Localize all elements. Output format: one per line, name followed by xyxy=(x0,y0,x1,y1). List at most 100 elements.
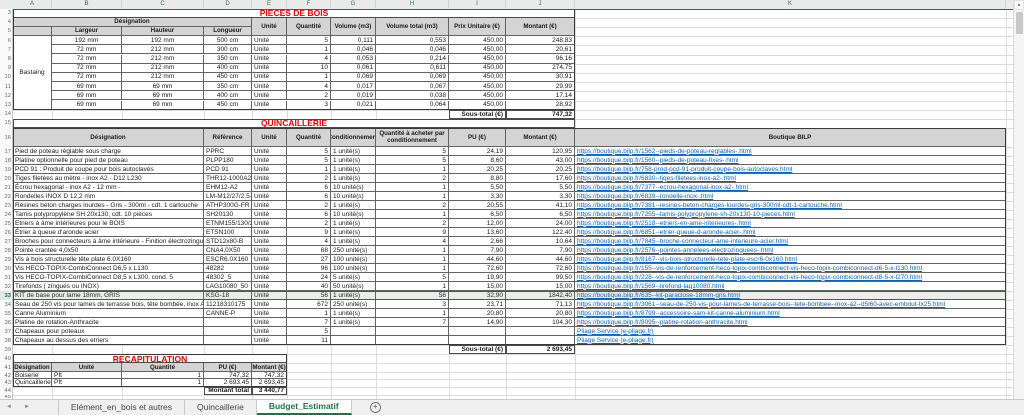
row-header-4[interactable]: 4 xyxy=(0,18,11,27)
row-header-20[interactable]: 20 xyxy=(0,174,11,183)
quincaillerie-cell-r21[interactable]: Unité xyxy=(252,183,287,192)
row-header-18[interactable]: 18 xyxy=(0,156,11,165)
quincaillerie-cell-r26[interactable]: Unité xyxy=(252,228,287,237)
bois-cell-r11[interactable]: 4 xyxy=(287,82,331,91)
quincaillerie-cell-r17[interactable]: Unité xyxy=(252,147,287,156)
quincaillerie-cell-r23[interactable]: 2 xyxy=(376,201,449,210)
row-header-9[interactable]: 9 xyxy=(0,64,11,73)
quincaillerie-cell-r33[interactable]: 1 unité(s) xyxy=(331,291,376,300)
quincaillerie-cell-r27[interactable]: 2,66 xyxy=(449,237,506,246)
row-header-24[interactable]: 24 xyxy=(0,210,11,219)
quincaillerie-cell-r38[interactable] xyxy=(204,336,252,345)
quincaillerie-header-6[interactable]: PU (€) xyxy=(449,128,506,147)
recap-header-2[interactable]: Quantité xyxy=(122,363,204,372)
row-header-35[interactable]: 35 xyxy=(0,309,11,318)
quincaillerie-cell-r31[interactable]: 99,50 xyxy=(506,273,575,282)
tab-element-en-bois[interactable]: Elément_en_bois et autres xyxy=(58,400,185,415)
bois-cell-r13[interactable]: 3 xyxy=(287,101,331,110)
bois-cell-r11[interactable]: 350 cm xyxy=(204,82,252,91)
bois-cell-r9[interactable]: 450,00 xyxy=(449,64,506,73)
bois-cell-r12[interactable]: 17,14 xyxy=(506,91,575,100)
quincaillerie-cell-r32[interactable]: 15,00 xyxy=(449,282,506,291)
quincaillerie-cell-r22[interactable]: 10 unité(s) xyxy=(331,192,376,201)
quincaillerie-cell-r37[interactable] xyxy=(449,327,506,336)
quincaillerie-cell-r36[interactable] xyxy=(204,318,252,327)
quincaillerie-cell-r31[interactable]: 5 unité(s) xyxy=(331,273,376,282)
row-header-31[interactable]: 31 xyxy=(0,273,11,282)
row-header-43[interactable]: 43 xyxy=(0,379,11,386)
bois-cell-r9[interactable]: 212 mm xyxy=(122,64,204,73)
quincaillerie-cell-r28[interactable]: 7,90 xyxy=(449,246,506,255)
quincaillerie-cell-r31[interactable]: Unité xyxy=(252,273,287,282)
quincaillerie-cell-r30[interactable]: 100 unité(s) xyxy=(331,264,376,273)
bois-cell-r10[interactable]: 450,00 xyxy=(449,73,506,82)
quincaillerie-cell-r35[interactable]: 20,80 xyxy=(506,309,575,318)
bois-cell-r13[interactable]: Unité xyxy=(252,101,287,110)
quincaillerie-cell-r20[interactable]: THR12-1000A2 xyxy=(204,174,252,183)
quincaillerie-header-0[interactable]: Désignation xyxy=(13,128,204,147)
row-header-15[interactable]: 15 xyxy=(0,119,11,128)
column-header-I[interactable]: I xyxy=(449,0,506,8)
quincaillerie-cell-r28[interactable]: Unité xyxy=(252,246,287,255)
quincaillerie-cell-r18[interactable]: PLPP180 xyxy=(204,156,252,165)
boutique-link-r28[interactable]: https://boutique.bilp.fr/2576--pointes-a… xyxy=(575,246,1006,255)
quincaillerie-header-3[interactable]: Quantité xyxy=(287,128,331,147)
quincaillerie-cell-r32[interactable]: 1 xyxy=(376,282,449,291)
bois-cell-r9[interactable]: 72 mm xyxy=(52,64,122,73)
bois-header-prix-unitaire[interactable]: Prix Unitaire (€) xyxy=(449,18,506,36)
quincaillerie-cell-r37[interactable]: 5 xyxy=(287,327,331,336)
bois-cell-r9[interactable]: 10 xyxy=(287,64,331,73)
quincaillerie-cell-r31[interactable]: 5 xyxy=(376,273,449,282)
column-header-K[interactable]: K xyxy=(575,0,1006,8)
quincaillerie-cell-r30[interactable]: 1 xyxy=(376,264,449,273)
bois-cell-r6[interactable]: 192 mm xyxy=(52,36,122,45)
recap-cell-r42[interactable]: Pft xyxy=(52,372,122,379)
column-header-E[interactable]: E xyxy=(252,0,287,8)
bois-cell-r6[interactable]: 0,553 xyxy=(376,36,449,45)
quincaillerie-cell-r18[interactable]: 8,60 xyxy=(449,156,506,165)
bois-header-longueur[interactable]: Longueur xyxy=(204,27,252,36)
bois-cell-r11[interactable]: 69 mm xyxy=(122,82,204,91)
quincaillerie-cell-r25[interactable]: 2 xyxy=(376,219,449,228)
quincaillerie-cell-r34[interactable]: Seau de 250 vis pour lames de terrasse b… xyxy=(13,300,204,309)
column-header-D[interactable]: D xyxy=(204,0,252,8)
quincaillerie-cell-r22[interactable]: 6 xyxy=(287,192,331,201)
column-header-J[interactable]: J xyxy=(506,0,575,8)
quincaillerie-cell-r38[interactable]: 11 xyxy=(287,336,331,345)
quincaillerie-cell-r26[interactable]: 9 xyxy=(376,228,449,237)
bois-cell-r8[interactable]: 4 xyxy=(287,55,331,64)
quincaillerie-cell-r26[interactable]: 13,60 xyxy=(449,228,506,237)
quincaillerie-cell-r17[interactable]: 120,95 xyxy=(506,147,575,156)
bois-header-montant[interactable]: Montant (€) xyxy=(506,18,575,36)
bois-cell-r8[interactable]: Unité xyxy=(252,55,287,64)
quincaillerie-cell-r29[interactable]: 100 unité(s) xyxy=(331,255,376,264)
bois-cell-r7[interactable]: Unité xyxy=(252,45,287,54)
quincaillerie-cell-r35[interactable]: 20,80 xyxy=(449,309,506,318)
bois-cell-r10[interactable]: 450 cm xyxy=(204,73,252,82)
quincaillerie-cell-r36[interactable]: 1 unité(s) xyxy=(331,318,376,327)
row-header-28[interactable]: 28 xyxy=(0,246,11,255)
boutique-link-r21[interactable]: https://boutique.bilp.fr/7377--ecrou-hex… xyxy=(575,183,1006,192)
quincaillerie-cell-r20[interactable]: 1 unité(s) xyxy=(331,174,376,183)
quincaillerie-cell-r24[interactable]: 6 xyxy=(287,210,331,219)
row-header-30[interactable]: 30 xyxy=(0,264,11,273)
quincaillerie-cell-r26[interactable]: 9 xyxy=(287,228,331,237)
quincaillerie-cell-r37[interactable] xyxy=(376,327,449,336)
quincaillerie-cell-r32[interactable]: 15,00 xyxy=(506,282,575,291)
column-header-G[interactable]: G xyxy=(331,0,376,8)
row-header-22[interactable]: 22 xyxy=(0,192,11,201)
quincaillerie-cell-r29[interactable]: 27 xyxy=(287,255,331,264)
quincaillerie-cell-r38[interactable] xyxy=(331,336,376,345)
bois-cell-r6[interactable]: 248,83 xyxy=(506,36,575,45)
quincaillerie-cell-r28[interactable]: 68 xyxy=(287,246,331,255)
quincaillerie-cell-r36[interactable]: Platine de rotation-Anthracite xyxy=(13,318,204,327)
quincaillerie-cell-r32[interactable]: 40 xyxy=(287,282,331,291)
boutique-link-r24[interactable]: https://boutique.bilp.fr/7255--tamis-pol… xyxy=(575,210,1006,219)
bois-cell-r12[interactable]: Unité xyxy=(252,91,287,100)
boutique-link-r19[interactable]: https://boutique.bilp.fr/758-prod-pcd-91… xyxy=(575,165,1006,174)
column-header-A[interactable]: A xyxy=(13,0,52,8)
row-header-44[interactable]: 44 xyxy=(0,387,11,395)
row-header-8[interactable]: 8 xyxy=(0,55,11,64)
row-header-34[interactable]: 34 xyxy=(0,300,11,309)
quincaillerie-cell-r24[interactable]: 6,50 xyxy=(449,210,506,219)
